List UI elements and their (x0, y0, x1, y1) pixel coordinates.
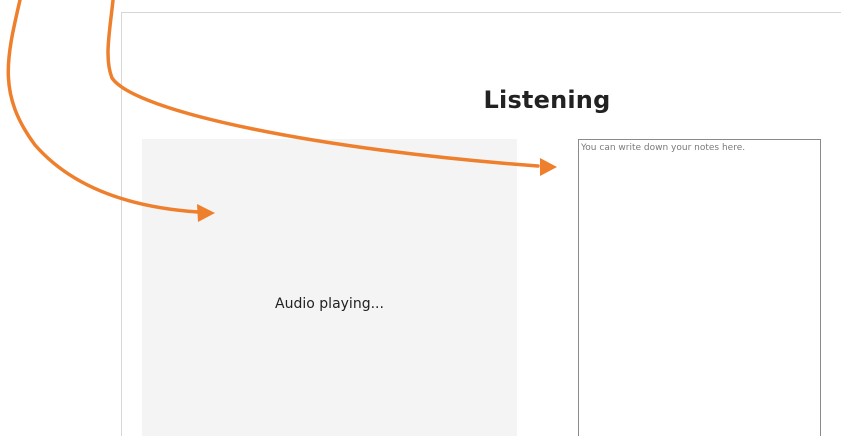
notes-textarea[interactable] (578, 139, 821, 436)
audio-player-panel: Audio playing... (142, 139, 517, 436)
audio-status-label: Audio playing... (275, 296, 384, 312)
page-title: Listening (483, 86, 611, 114)
screen: Listening Audio playing... (0, 0, 841, 436)
